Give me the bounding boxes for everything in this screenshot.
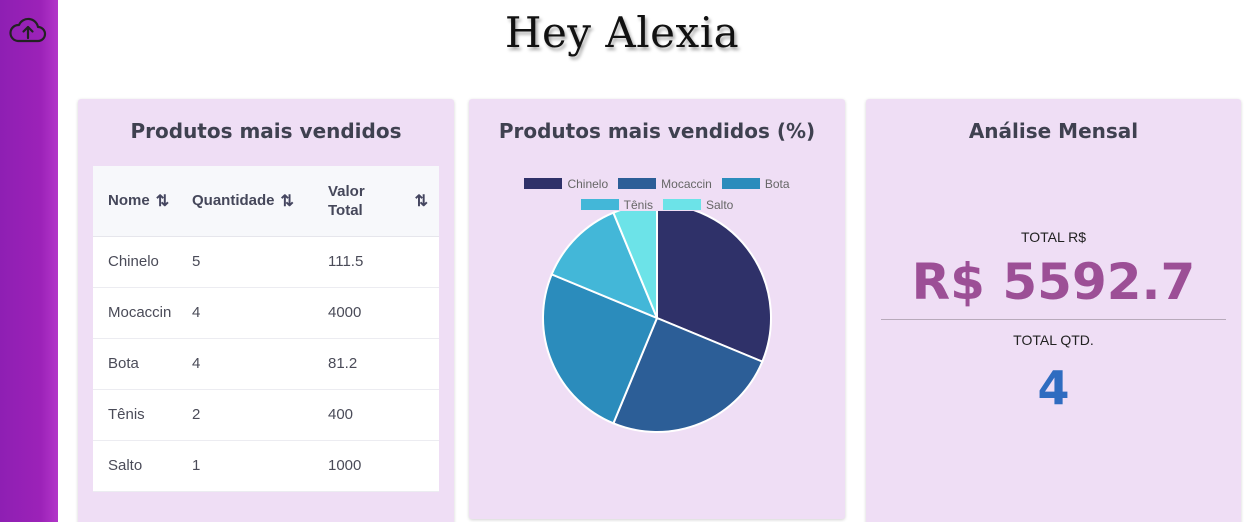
table-row: Tênis 2 400	[93, 389, 439, 441]
cell-name: Tênis	[93, 389, 192, 441]
products-table: Nome ⇅ Quantidade ⇅ Valor Total ⇅ Chinelo 5…	[93, 166, 439, 492]
cell-value: 400	[328, 389, 439, 441]
legend-label: Tênis	[623, 197, 653, 212]
column-header-quantity[interactable]: Quantidade ⇅	[192, 166, 328, 237]
pie-chart	[542, 211, 772, 433]
chart-legend: Chinelo Mocaccin Bota Tênis Salto	[469, 173, 845, 215]
divider	[881, 319, 1226, 320]
page-title: Hey Alexia	[504, 8, 740, 57]
legend-swatch	[580, 199, 619, 210]
cell-value: 111.5	[328, 236, 439, 288]
table-row: Chinelo 5 111.5	[93, 236, 439, 288]
legend-item[interactable]: Chinelo	[524, 177, 608, 191]
total-quantity-label: TOTAL QTD.	[1013, 332, 1094, 348]
column-header-value[interactable]: Valor Total ⇅	[328, 166, 439, 237]
cell-quantity: 2	[192, 389, 328, 441]
monthly-analysis-card: Análise Mensal TOTAL R$ R$ 5592.7 TOTAL …	[866, 99, 1241, 522]
sort-icon[interactable]: ⇅	[415, 191, 429, 211]
legend-label: Chinelo	[567, 176, 609, 191]
sort-icon[interactable]: ⇅	[281, 191, 295, 211]
cell-quantity: 4	[192, 287, 328, 339]
cell-name: Mocaccin	[93, 287, 192, 339]
top-products-pie-card: Produtos mais vendidos (%) Chinelo Mocac…	[469, 99, 845, 519]
card-title: Produtos mais vendidos	[130, 119, 402, 143]
cell-quantity: 5	[192, 236, 328, 288]
cell-value: 1000	[328, 440, 439, 492]
legend-item[interactable]: Tênis	[580, 197, 653, 212]
table-row: Bota 4 81.2	[93, 338, 439, 390]
total-value: R$ 5592.7	[911, 253, 1196, 311]
legend-swatch	[721, 178, 760, 189]
legend-swatch	[618, 178, 657, 189]
cell-name: Salto	[93, 440, 192, 492]
legend-label: Bota	[764, 176, 790, 191]
top-products-card: Produtos mais vendidos Nome ⇅ Quantidade ⇅…	[78, 99, 454, 522]
legend-label: Mocaccin	[661, 176, 712, 191]
legend-item[interactable]: Mocaccin	[618, 177, 712, 191]
cell-quantity: 4	[192, 338, 328, 390]
table-row: Mocaccin 4 4000	[93, 287, 439, 339]
cell-name: Chinelo	[93, 236, 192, 288]
total-quantity: 4	[1037, 361, 1070, 415]
legend-item[interactable]: Bota	[721, 176, 790, 191]
sidebar	[0, 0, 58, 522]
cell-name: Bota	[93, 338, 192, 390]
column-header-name[interactable]: Nome ⇅	[93, 166, 192, 237]
legend-item[interactable]: Salto	[662, 197, 734, 212]
legend-swatch	[524, 178, 563, 189]
table-header-row: Nome ⇅ Quantidade ⇅ Valor Total ⇅	[93, 166, 439, 237]
legend-swatch	[662, 199, 701, 210]
legend-label: Salto	[705, 197, 734, 212]
table-row: Salto 1 1000	[93, 440, 439, 492]
total-value-label: TOTAL R$	[1020, 229, 1087, 245]
cell-value: 4000	[328, 287, 439, 339]
card-title: Produtos mais vendidos (%)	[498, 119, 816, 143]
card-title: Análise Mensal	[968, 119, 1139, 143]
cell-value: 81.2	[328, 338, 439, 390]
sort-icon[interactable]: ⇅	[156, 191, 170, 211]
cell-quantity: 1	[192, 440, 328, 492]
